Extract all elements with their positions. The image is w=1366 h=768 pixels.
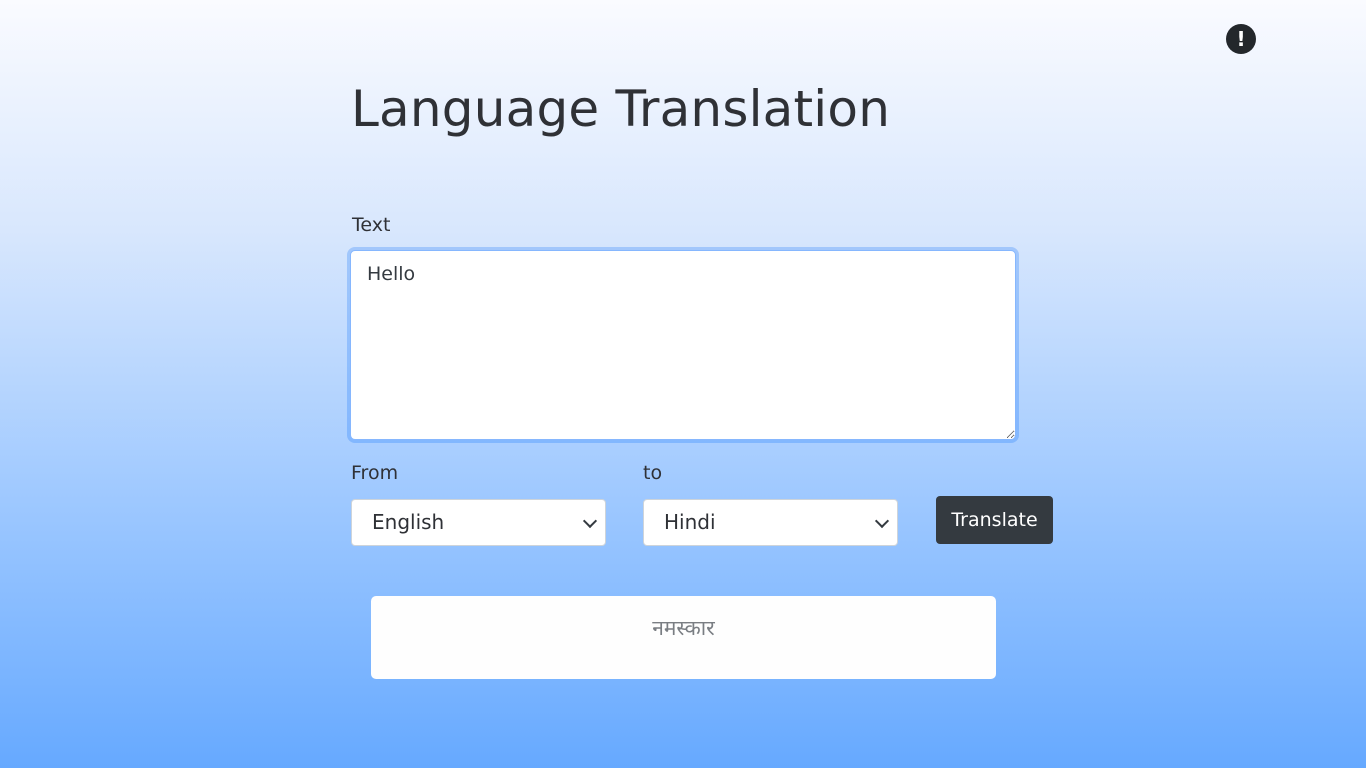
from-label: From xyxy=(351,462,399,484)
text-label: Text xyxy=(352,214,391,236)
page-title: Language Translation xyxy=(351,80,891,138)
text-input[interactable]: Hello xyxy=(350,250,1016,440)
to-language-value: Hindi xyxy=(664,510,716,534)
translate-button[interactable]: Translate xyxy=(936,496,1053,544)
translation-result-box: नमस्कार xyxy=(371,596,996,679)
chevron-down-icon xyxy=(874,513,890,529)
translation-result-text: नमस्कार xyxy=(652,616,715,640)
from-language-value: English xyxy=(372,510,445,534)
exclamation-circle-icon[interactable]: ! xyxy=(1226,24,1256,54)
to-label: to xyxy=(643,462,663,484)
from-language-select[interactable]: English xyxy=(351,499,606,546)
chevron-down-icon xyxy=(582,513,598,529)
to-language-select[interactable]: Hindi xyxy=(643,499,898,546)
